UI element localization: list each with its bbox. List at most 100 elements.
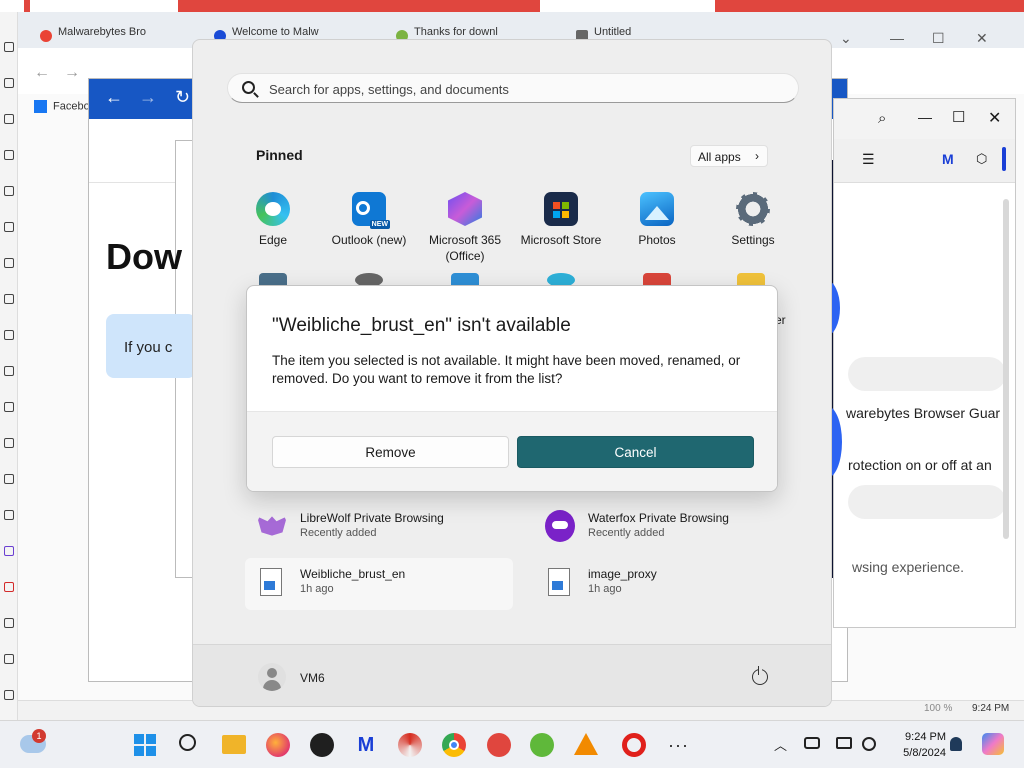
- chevron-right-icon: ›: [755, 149, 759, 163]
- chrome-icon[interactable]: [442, 733, 466, 757]
- page-heading: Dow: [106, 236, 182, 277]
- info-box: If you c: [106, 314, 196, 378]
- start-icon-tile: [134, 746, 144, 756]
- recommended-item[interactable]: Waterfox Private Browsing Recently added: [533, 502, 803, 554]
- clock-date[interactable]: 5/8/2024: [903, 747, 946, 759]
- pinned-app-outlook[interactable]: NEW Outlook (new): [314, 192, 424, 248]
- vlc-icon[interactable]: [574, 733, 598, 755]
- maximize-icon[interactable]: ☐: [932, 30, 945, 47]
- start-icon-tile: [146, 734, 156, 744]
- zoom-level: 100 %: [924, 703, 953, 714]
- back-icon[interactable]: ←: [105, 87, 123, 108]
- edge-icon-inner: [265, 202, 281, 216]
- feeds-icon[interactable]: [4, 474, 14, 484]
- cube-icon[interactable]: ⬡: [976, 151, 987, 167]
- start-footer: VM6: [193, 644, 831, 706]
- pinned-app-store[interactable]: Microsoft Store: [506, 192, 616, 248]
- menu-icon[interactable]: ☰: [862, 151, 875, 168]
- minimize-icon[interactable]: —: [890, 30, 904, 46]
- minimize-icon[interactable]: —: [918, 109, 932, 125]
- sync-icon[interactable]: [4, 330, 14, 340]
- ccleaner-icon[interactable]: [398, 733, 422, 757]
- cancel-button[interactable]: Cancel: [517, 436, 754, 468]
- toggle-row[interactable]: [848, 485, 1006, 519]
- app-icon[interactable]: [487, 733, 511, 757]
- tasks-icon[interactable]: [4, 438, 14, 448]
- pinned-app-edge[interactable]: Edge: [218, 192, 328, 248]
- search-icon[interactable]: [179, 734, 196, 751]
- clock-time[interactable]: 9:24 PM: [905, 731, 946, 743]
- firefox-icon[interactable]: [266, 733, 290, 757]
- avatar[interactable]: [258, 663, 286, 691]
- forward-icon[interactable]: →: [64, 64, 80, 82]
- volume-icon[interactable]: [862, 737, 876, 751]
- malwarebytes-icon[interactable]: M: [942, 151, 954, 167]
- close-icon[interactable]: ✕: [976, 30, 988, 47]
- remove-button[interactable]: Remove: [272, 436, 509, 468]
- wikipedia-icon[interactable]: [4, 618, 14, 628]
- forward-icon[interactable]: →: [139, 87, 157, 108]
- network-icon[interactable]: [804, 737, 820, 749]
- bookmark-icon[interactable]: [4, 78, 14, 88]
- copilot-icon[interactable]: [982, 733, 1004, 755]
- search-input[interactable]: Search for apps, settings, and documents: [227, 73, 799, 103]
- store-icon-tile: [553, 202, 560, 209]
- pinned-app-settings[interactable]: Settings: [698, 192, 808, 248]
- greenshot-icon[interactable]: [530, 733, 554, 757]
- panel-icon[interactable]: [4, 42, 14, 52]
- chevron-down-icon[interactable]: ⌄: [840, 30, 852, 47]
- vivaldi-logo-icon[interactable]: [0, 0, 24, 12]
- calendar-icon[interactable]: [4, 294, 14, 304]
- download-icon[interactable]: [4, 150, 14, 160]
- photos-icon: [640, 192, 674, 226]
- reading-icon[interactable]: [4, 114, 14, 124]
- history-icon[interactable]: [4, 186, 14, 196]
- recommended-item[interactable]: image_proxy 1h ago: [533, 558, 803, 610]
- notes-icon[interactable]: [4, 222, 14, 232]
- settings-icon[interactable]: [4, 690, 14, 700]
- maximize-icon[interactable]: ☐: [952, 108, 965, 126]
- browser-tab[interactable]: Malwarebytes Bro: [34, 26, 194, 48]
- toggle-row[interactable]: [848, 357, 1006, 391]
- contacts-icon[interactable]: [4, 510, 14, 520]
- recommended-item[interactable]: Weibliche_brust_en 1h ago: [245, 558, 513, 610]
- mastodon-icon[interactable]: [4, 546, 14, 556]
- pinned-app-m365[interactable]: Microsoft 365 (Office): [410, 192, 520, 264]
- waterfox-mask-icon: [552, 521, 568, 529]
- power-icon[interactable]: [752, 666, 768, 685]
- obs-icon[interactable]: [310, 733, 334, 757]
- pinned-app-photos[interactable]: Photos: [602, 192, 712, 248]
- translate-icon[interactable]: [4, 258, 14, 268]
- all-apps-button[interactable]: All apps ›: [690, 145, 768, 167]
- pinned-heading: Pinned: [256, 147, 303, 163]
- vivaldi-icon[interactable]: [4, 582, 14, 592]
- chrome-icon-center: [449, 740, 459, 750]
- dialog-title: "Weibliche_brust_en" isn't available: [272, 315, 571, 336]
- chevron-up-icon[interactable]: ︿: [774, 735, 787, 754]
- add-panel-icon[interactable]: [4, 654, 14, 664]
- search-icon[interactable]: ⌕: [878, 110, 886, 127]
- more-icon[interactable]: ···: [668, 735, 689, 756]
- new-badge-icon: NEW: [369, 220, 390, 229]
- malwarebytes-icon[interactable]: M: [354, 733, 378, 757]
- calendar-icon[interactable]: [4, 402, 14, 412]
- app-label: Microsoft Store: [520, 233, 602, 247]
- recommended-item[interactable]: LibreWolf Private Browsing Recently adde…: [245, 502, 515, 554]
- extension-bar: ☰ M ⬡: [834, 139, 1015, 183]
- vivaldi-tab-strip: [30, 0, 178, 12]
- close-icon[interactable]: ✕: [988, 108, 1001, 128]
- app-label: Edge: [258, 233, 288, 247]
- bell-icon[interactable]: [950, 737, 962, 751]
- mail-icon[interactable]: [4, 366, 14, 376]
- file-explorer-icon[interactable]: [222, 735, 246, 754]
- user-name[interactable]: VM6: [300, 671, 325, 685]
- start-icon[interactable]: [134, 734, 156, 756]
- back-icon[interactable]: ←: [34, 64, 50, 82]
- bookmark-facebook[interactable]: Facebo: [34, 100, 90, 113]
- opera-icon[interactable]: [622, 733, 646, 757]
- scrollbar[interactable]: [1003, 199, 1009, 539]
- outlook-icon-o: [356, 201, 370, 215]
- recommended-sub: Recently added: [300, 527, 377, 539]
- display-icon[interactable]: [836, 737, 852, 749]
- refresh-icon[interactable]: ↻: [175, 87, 190, 108]
